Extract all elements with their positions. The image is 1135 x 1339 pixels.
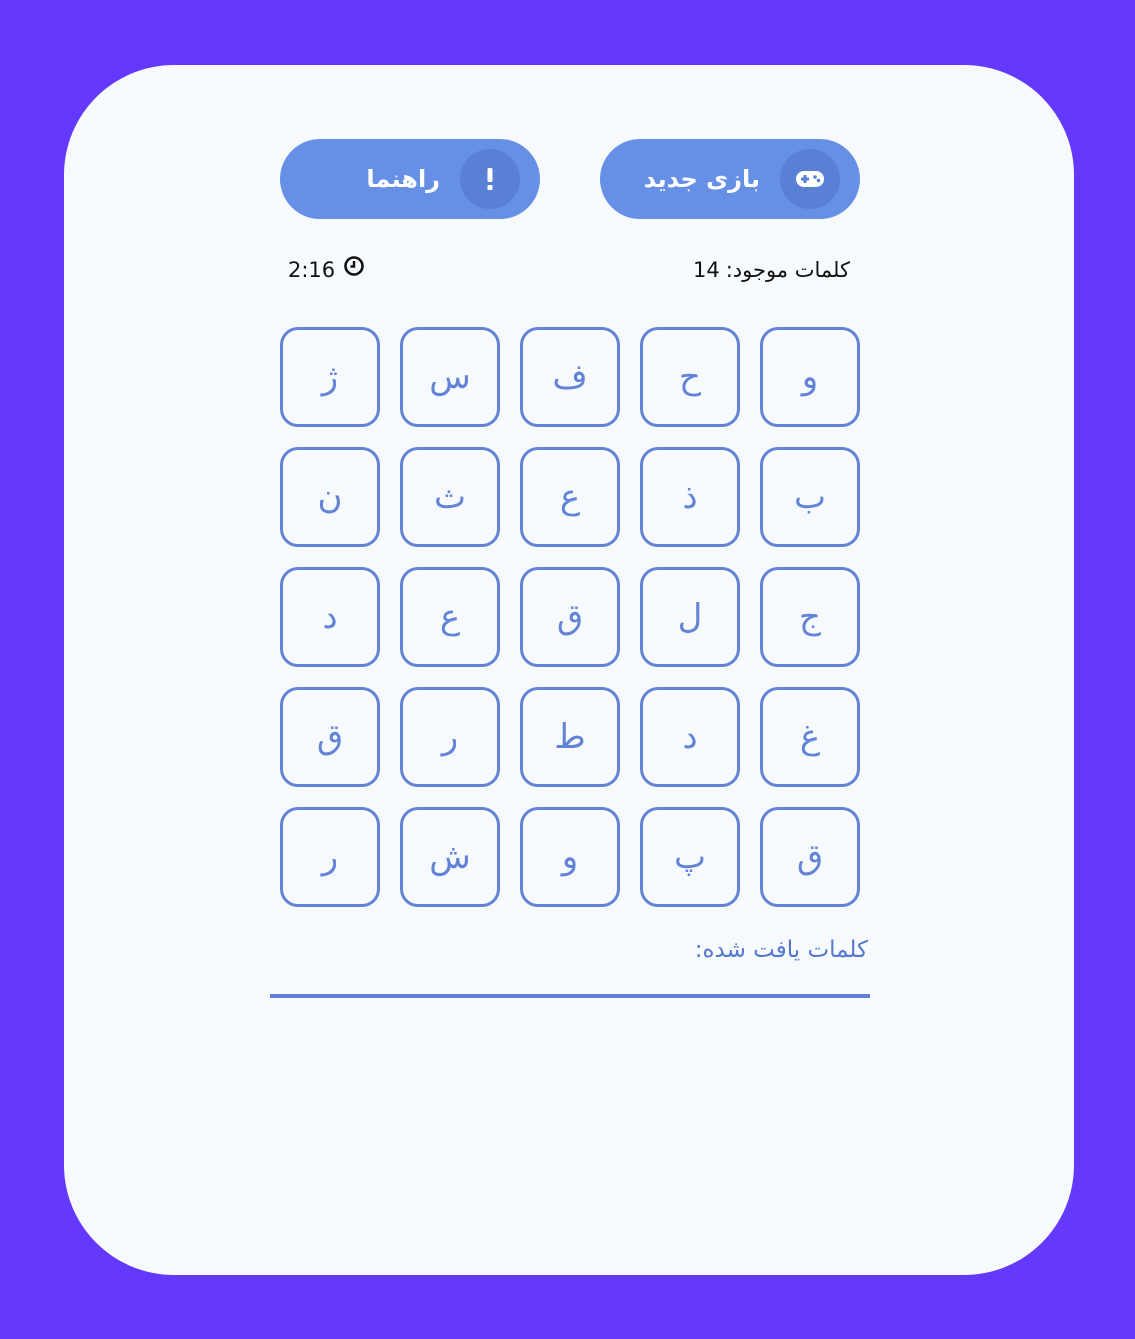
letter-tile[interactable]: د (280, 567, 380, 667)
found-words-list (270, 1010, 870, 1210)
letter-tile[interactable]: ق (760, 807, 860, 907)
letter-tile[interactable]: ع (520, 447, 620, 547)
status-bar: کلمات موجود:14 2:16 (280, 253, 860, 287)
letter-tile[interactable]: ق (280, 687, 380, 787)
new-game-button[interactable]: بازی جدید (600, 139, 860, 219)
letter-tile[interactable]: غ (760, 687, 860, 787)
gamepad-icon (780, 149, 840, 209)
game-card: بازی جدید راهنما کلمات موجود:14 2:16 وحف… (64, 65, 1074, 1275)
letter-tile[interactable]: ج (760, 567, 860, 667)
letter-tile[interactable]: ع (400, 567, 500, 667)
letter-tile[interactable]: ر (280, 807, 380, 907)
letter-tile[interactable]: ب (760, 447, 860, 547)
letter-tile[interactable]: ف (520, 327, 620, 427)
letter-tile[interactable]: ط (520, 687, 620, 787)
exclamation-icon (460, 149, 520, 209)
help-button[interactable]: راهنما (280, 139, 540, 219)
letter-tile[interactable]: و (760, 327, 860, 427)
letter-tile[interactable]: ش (400, 807, 500, 907)
letter-tile[interactable]: پ (640, 807, 740, 907)
words-available: کلمات موجود:14 (693, 253, 850, 287)
letter-tile[interactable]: و (520, 807, 620, 907)
letter-tile[interactable]: ل (640, 567, 740, 667)
new-game-label: بازی جدید (643, 165, 760, 193)
letter-tile[interactable]: ن (280, 447, 380, 547)
letter-tile[interactable]: ژ (280, 327, 380, 427)
timer-value: 2:16 (288, 258, 336, 282)
letter-grid: وحفسژبذعثنجلقعدغدطرققپوشر (280, 327, 860, 907)
letter-tile[interactable]: ر (400, 687, 500, 787)
letter-tile[interactable]: ح (640, 327, 740, 427)
timer: 2:16 (288, 253, 365, 287)
letter-tile[interactable]: د (640, 687, 740, 787)
clock-icon (343, 253, 365, 287)
words-available-count: 14 (692, 258, 720, 282)
words-available-label: کلمات موجود: (725, 258, 850, 282)
letter-tile[interactable]: ق (520, 567, 620, 667)
letter-tile[interactable]: س (400, 327, 500, 427)
letter-tile[interactable]: ث (400, 447, 500, 547)
found-words-divider (270, 994, 870, 998)
letter-tile[interactable]: ذ (640, 447, 740, 547)
found-words-label: کلمات یافت شده: (694, 937, 868, 963)
help-label: راهنما (366, 165, 440, 193)
